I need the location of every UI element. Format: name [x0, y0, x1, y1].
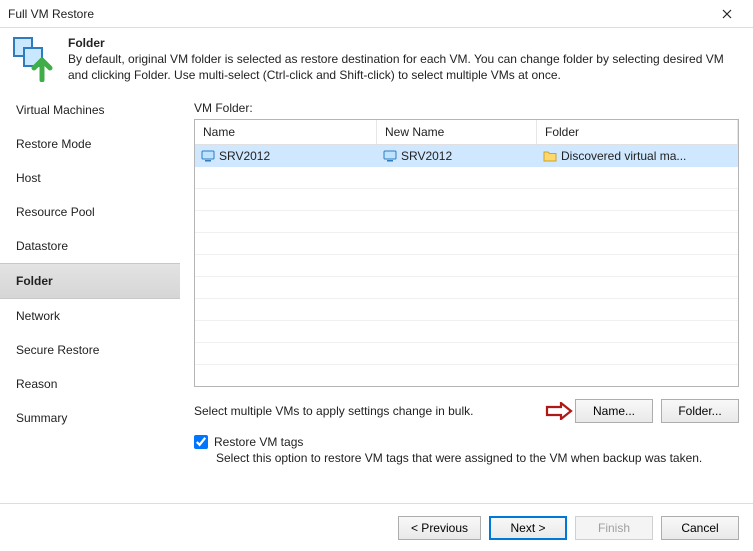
vm-folder-grid[interactable]: Name New Name Folder SRV2012 SRV2012 Disco…: [194, 119, 739, 387]
vm-icon: [201, 149, 215, 163]
restore-tags-desc: Select this option to restore VM tags th…: [216, 451, 739, 465]
vm-icon: [383, 149, 397, 163]
next-button[interactable]: Next >: [489, 516, 567, 540]
folder-icon: [543, 150, 557, 162]
cancel-button[interactable]: Cancel: [661, 516, 739, 540]
nav-item-reason[interactable]: Reason: [0, 367, 180, 401]
nav-item-host[interactable]: Host: [0, 161, 180, 195]
col-folder[interactable]: Folder: [537, 120, 738, 144]
nav-item-virtual-machines[interactable]: Virtual Machines: [0, 93, 180, 127]
nav-item-summary[interactable]: Summary: [0, 401, 180, 435]
bulk-hint: Select multiple VMs to apply settings ch…: [194, 404, 545, 418]
col-new-name[interactable]: New Name: [377, 120, 537, 144]
page-subtitle: By default, original VM folder is select…: [68, 52, 741, 83]
cell-name: SRV2012: [219, 149, 270, 163]
folder-button[interactable]: Folder...: [661, 399, 739, 423]
nav-item-restore-mode[interactable]: Restore Mode: [0, 127, 180, 161]
annotation-arrow-icon: [545, 402, 573, 420]
nav-item-folder[interactable]: Folder: [0, 263, 180, 299]
wizard-footer: < Previous Next > Finish Cancel: [0, 503, 753, 551]
wizard-nav: Virtual MachinesRestore ModeHostResource…: [0, 93, 180, 493]
window-title: Full VM Restore: [8, 7, 94, 21]
restore-tags-label[interactable]: Restore VM tags: [214, 435, 303, 449]
cell-folder: Discovered virtual ma...: [561, 149, 686, 163]
nav-item-datastore[interactable]: Datastore: [0, 229, 180, 263]
col-name[interactable]: Name: [195, 120, 377, 144]
finish-button[interactable]: Finish: [575, 516, 653, 540]
grid-header: Name New Name Folder: [195, 120, 738, 145]
nav-item-resource-pool[interactable]: Resource Pool: [0, 195, 180, 229]
nav-item-network[interactable]: Network: [0, 299, 180, 333]
previous-button[interactable]: < Previous: [398, 516, 481, 540]
table-row[interactable]: SRV2012 SRV2012 Discovered virtual ma...: [195, 145, 738, 167]
folder-restore-icon: [12, 36, 56, 82]
close-button[interactable]: [707, 1, 747, 27]
nav-item-secure-restore[interactable]: Secure Restore: [0, 333, 180, 367]
page-header: Folder By default, original VM folder is…: [0, 28, 753, 93]
titlebar: Full VM Restore: [0, 0, 753, 28]
close-icon: [722, 9, 732, 19]
content-pane: VM Folder: Name New Name Folder SRV2012S…: [180, 93, 753, 493]
restore-tags-checkbox[interactable]: [194, 435, 208, 449]
page-title: Folder: [68, 36, 741, 50]
grid-label: VM Folder:: [194, 101, 739, 115]
cell-new-name: SRV2012: [401, 149, 452, 163]
name-button[interactable]: Name...: [575, 399, 653, 423]
